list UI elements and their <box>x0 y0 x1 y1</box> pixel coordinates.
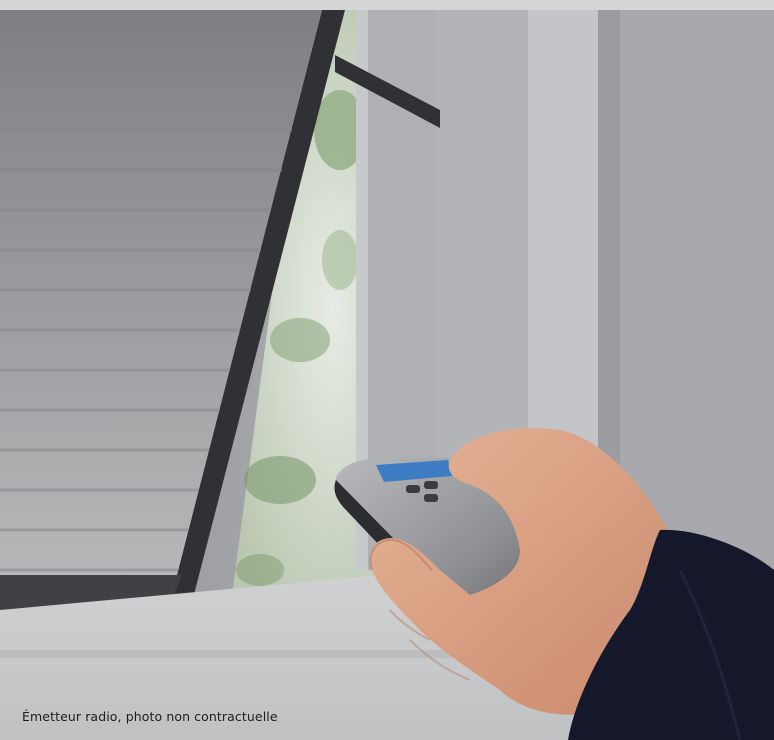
product-photo <box>0 10 774 740</box>
page: Émetteur radio, photo non contractuelle <box>0 0 774 740</box>
top-border <box>0 0 774 10</box>
photo-illustration <box>0 10 774 740</box>
photo-caption: Émetteur radio, photo non contractuelle <box>22 709 278 724</box>
